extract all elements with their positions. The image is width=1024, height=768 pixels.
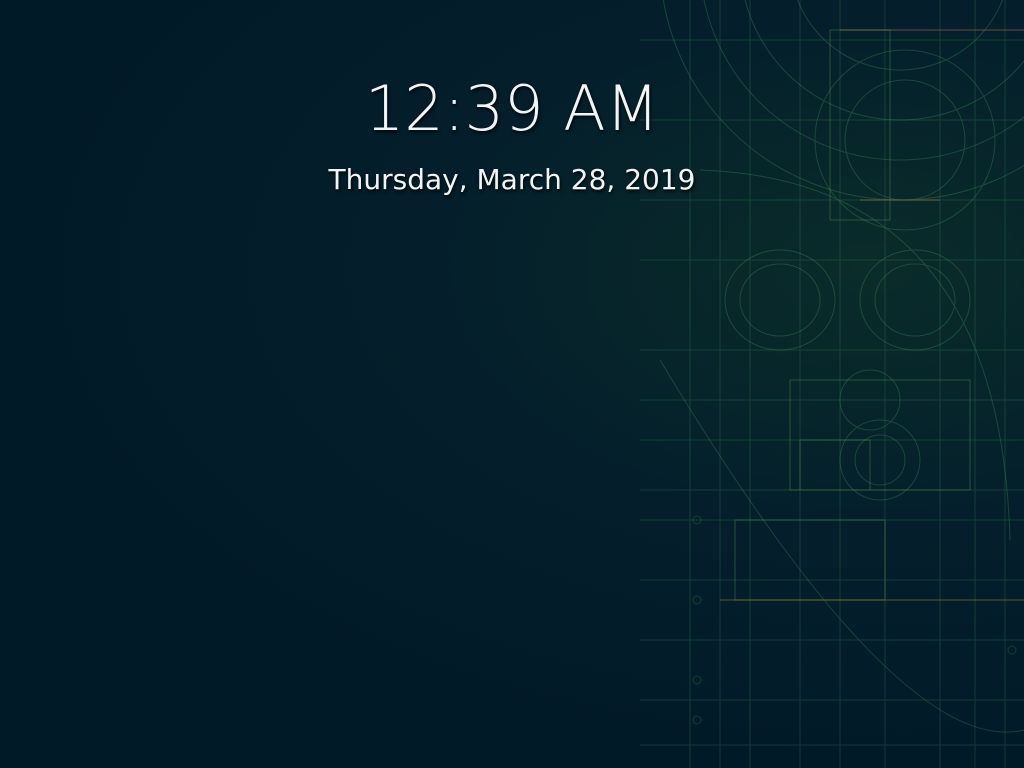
lock-screen-time: 12:39 AM xyxy=(364,72,660,145)
lock-screen-date: Thursday, March 28, 2019 xyxy=(328,163,696,196)
lock-screen-clock: 12:39 AM Thursday, March 28, 2019 xyxy=(0,0,1024,768)
